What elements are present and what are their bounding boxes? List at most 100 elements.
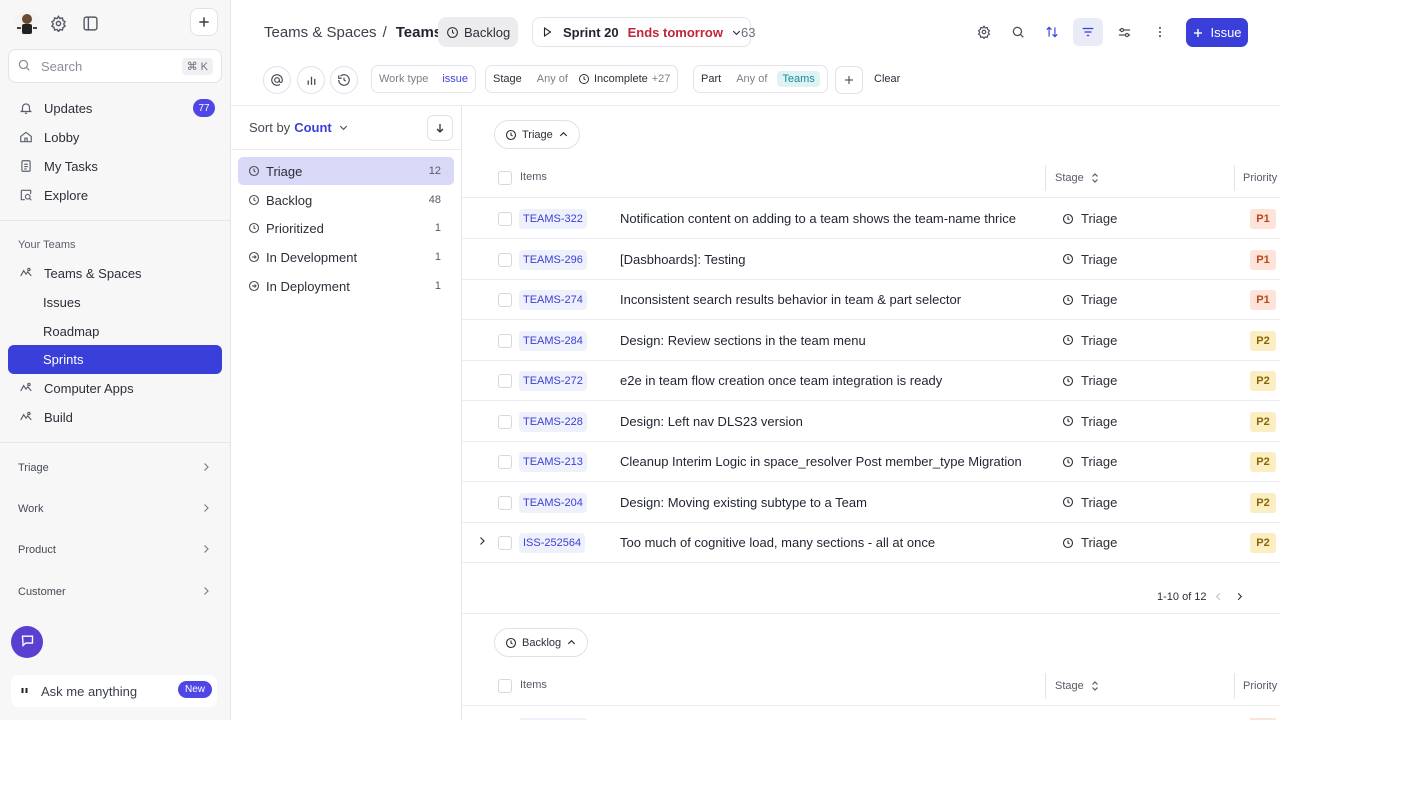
row-checkbox[interactable] bbox=[498, 374, 512, 388]
priority-badge[interactable]: P1 bbox=[1250, 249, 1276, 270]
issue-stage[interactable]: Triage bbox=[1062, 252, 1117, 267]
priority-badge[interactable]: P1 bbox=[1250, 209, 1276, 229]
search-button[interactable] bbox=[1003, 18, 1033, 46]
issue-key[interactable]: TEAMS-296 bbox=[519, 249, 587, 270]
ask-ai-input[interactable]: Ask me anything New bbox=[11, 675, 217, 707]
filter-part[interactable]: Part Any of Teams bbox=[693, 65, 828, 93]
priority-badge[interactable]: P2 bbox=[1250, 492, 1276, 513]
nav-build[interactable]: Build bbox=[8, 403, 222, 431]
row-checkbox[interactable] bbox=[498, 212, 512, 226]
issue-key[interactable]: TEAMS-284 bbox=[519, 330, 587, 351]
sidebar-search[interactable]: Search ⌘ K bbox=[8, 49, 222, 83]
priority-badge[interactable]: P2 bbox=[1250, 411, 1276, 432]
table-row[interactable]: TEAMS-228 Design: Left nav DLS23 version T… bbox=[462, 402, 1280, 442]
chevron-left-icon[interactable] bbox=[1213, 591, 1224, 602]
table-row[interactable]: TEAMS-274 Inconsistent search results beh… bbox=[462, 280, 1280, 320]
nav-my-tasks[interactable]: My Tasks bbox=[8, 152, 222, 180]
filter-work-type[interactable]: Work type issue bbox=[371, 65, 476, 93]
issue-stage[interactable]: Triage bbox=[1062, 292, 1117, 307]
chevron-right-icon[interactable] bbox=[1234, 591, 1245, 602]
table-row[interactable]: TEAMS-284 Design: Review sections in the … bbox=[462, 321, 1280, 361]
new-issue-button[interactable]: Issue bbox=[1186, 18, 1248, 47]
issue-key[interactable]: TEAMS-272 bbox=[519, 371, 587, 391]
priority-badge[interactable]: P2 bbox=[1250, 371, 1276, 391]
chevron-right-icon[interactable] bbox=[476, 535, 488, 547]
group-product[interactable]: Product bbox=[8, 536, 222, 564]
issue-title[interactable]: Design: Left nav DLS23 version bbox=[620, 414, 803, 429]
settings-button[interactable] bbox=[969, 18, 999, 46]
table-row[interactable]: TEAMS-296 [Dasbhoards]: Testing Triage P1 bbox=[462, 240, 1280, 280]
nav-sprints[interactable]: Sprints bbox=[8, 345, 222, 374]
issue-stage[interactable]: Triage bbox=[1062, 373, 1117, 388]
clear-filters-button[interactable]: Clear bbox=[874, 73, 900, 85]
row-checkbox[interactable] bbox=[498, 495, 512, 510]
issue-title[interactable]: Cleanup Interim Logic in space_resolver … bbox=[620, 454, 1022, 469]
issue-stage[interactable]: Triage bbox=[1062, 414, 1117, 429]
issue-key[interactable]: TEAMS-228 bbox=[519, 411, 587, 432]
filter-stage[interactable]: Stage Any of Incomplete +27 bbox=[485, 65, 679, 93]
sort-direction-button[interactable] bbox=[427, 115, 453, 141]
row-checkbox[interactable] bbox=[498, 293, 512, 307]
select-all-checkbox[interactable] bbox=[498, 171, 512, 185]
history-button[interactable] bbox=[330, 66, 358, 94]
breadcrumb-parent[interactable]: Teams & Spaces bbox=[264, 24, 377, 41]
column-priority[interactable]: Priority bbox=[1234, 673, 1277, 699]
issue-title[interactable]: [Dasbhoards]: Testing bbox=[620, 252, 746, 267]
breadcrumb-current[interactable]: Teams bbox=[396, 24, 442, 41]
view-options-button[interactable] bbox=[1109, 18, 1139, 46]
issue-title[interactable]: e2e in team flow creation once team inte… bbox=[620, 373, 942, 388]
column-stage[interactable]: Stage bbox=[1045, 165, 1100, 191]
issue-title[interactable]: Inconsistent search results behavior in … bbox=[620, 292, 961, 307]
nav-computer-apps[interactable]: Computer Apps bbox=[8, 374, 222, 402]
issue-title[interactable]: Design: Review sections in the team menu bbox=[620, 333, 866, 348]
nav-updates[interactable]: Updates 77 bbox=[8, 94, 222, 122]
table-row[interactable]: TEAMS-213 Cleanup Interim Logic in space_… bbox=[462, 442, 1280, 482]
select-all-checkbox[interactable] bbox=[498, 679, 512, 693]
nav-teams-spaces[interactable]: Teams & Spaces bbox=[8, 259, 222, 287]
nav-lobby[interactable]: Lobby bbox=[8, 123, 222, 151]
issue-stage[interactable]: Triage bbox=[1062, 535, 1117, 550]
issue-title[interactable]: Design: Moving existing subtype to a Tea… bbox=[620, 495, 867, 510]
nav-issues[interactable]: Issues bbox=[8, 288, 222, 316]
more-options-button[interactable] bbox=[1145, 18, 1175, 46]
group-toggle-triage[interactable]: Triage bbox=[494, 120, 580, 149]
issue-key[interactable]: TEAMS-204 bbox=[519, 492, 587, 513]
sort-button[interactable] bbox=[1037, 18, 1067, 46]
add-filter-button[interactable] bbox=[835, 66, 863, 94]
stage-item-triage[interactable]: Triage 12 bbox=[238, 157, 454, 185]
issue-stage[interactable]: Triage bbox=[1062, 495, 1117, 510]
mentions-button[interactable] bbox=[263, 66, 291, 94]
issue-title[interactable]: Notification content on adding to a team… bbox=[620, 211, 1016, 226]
issue-stage[interactable]: Triage bbox=[1062, 211, 1117, 226]
priority-badge[interactable]: P1 bbox=[1250, 290, 1276, 310]
filter-button[interactable] bbox=[1073, 18, 1103, 46]
stage-item-backlog[interactable]: Backlog 48 bbox=[238, 186, 454, 214]
row-checkbox[interactable] bbox=[498, 333, 512, 348]
group-triage[interactable]: Triage bbox=[8, 454, 222, 482]
issue-stage[interactable]: Triage bbox=[1062, 333, 1117, 348]
create-button[interactable] bbox=[190, 8, 218, 36]
table-row[interactable]: ISS-252564 Too much of cognitive load, ma… bbox=[462, 523, 1280, 563]
group-work[interactable]: Work bbox=[8, 495, 222, 523]
table-row[interactable]: TEAMS-204 Design: Moving existing subtype… bbox=[462, 483, 1280, 523]
sort-by-dropdown[interactable]: Sort by Count bbox=[249, 120, 349, 135]
backlog-button[interactable]: Backlog bbox=[438, 17, 519, 47]
stage-item-prioritized[interactable]: Prioritized 1 bbox=[238, 214, 454, 242]
column-stage[interactable]: Stage bbox=[1045, 673, 1100, 699]
issue-stage[interactable]: Triage bbox=[1062, 454, 1117, 469]
row-checkbox[interactable] bbox=[498, 536, 512, 550]
insights-button[interactable] bbox=[297, 66, 325, 94]
priority-badge[interactable]: P2 bbox=[1250, 533, 1276, 553]
issue-key[interactable]: TEAMS-213 bbox=[519, 452, 587, 472]
stage-item-in-deployment[interactable]: In Deployment 1 bbox=[238, 272, 454, 300]
row-checkbox[interactable] bbox=[498, 252, 512, 267]
sprint-selector[interactable]: Sprint 20 Ends tomorrow bbox=[532, 17, 751, 47]
row-checkbox[interactable] bbox=[498, 455, 512, 469]
chat-button[interactable] bbox=[11, 626, 43, 658]
priority-badge[interactable]: P2 bbox=[1250, 330, 1276, 351]
group-toggle-backlog[interactable]: Backlog bbox=[494, 628, 589, 657]
panel-toggle-icon[interactable] bbox=[77, 10, 103, 36]
priority-badge[interactable]: P2 bbox=[1250, 452, 1276, 472]
issue-key[interactable]: TEAMS-322 bbox=[519, 209, 587, 229]
group-customer[interactable]: Customer bbox=[8, 578, 222, 606]
